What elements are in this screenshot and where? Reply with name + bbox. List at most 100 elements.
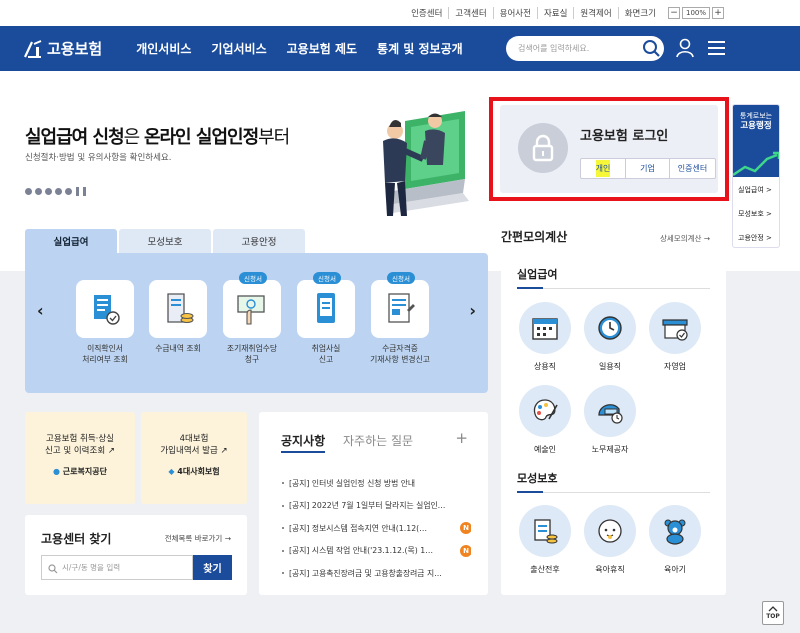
notice-item[interactable]: [공지] 2022년 7월 1일부터 달라지는 실업인… <box>281 495 471 518</box>
service-item[interactable]: 신청서 조기재취업수당 청구 <box>216 272 288 365</box>
main-nav: 고용보험 개인서비스 기업서비스 고용보험 제도 통계 및 정보공개 검색어를 … <box>0 26 800 71</box>
card-4insurance[interactable]: 4대보험 가입내역서 발급 ↗ ◆ 4대사회보험 <box>141 412 247 504</box>
menu-icon[interactable] <box>708 41 725 55</box>
calc-panel: 실업급여 상용직 일용직 자영업 예술인 노무제공자 모성보호 출산전후 육아휴… <box>501 252 726 595</box>
region-search-input[interactable]: 시/구/동 명을 입력 <box>41 555 193 580</box>
stats-link-maternity[interactable]: 모성보호 > <box>733 201 779 225</box>
login-business-button[interactable]: 기업 <box>625 159 669 178</box>
logo-mark-icon <box>24 39 42 58</box>
user-icon[interactable] <box>676 38 694 58</box>
prev-arrow-icon[interactable]: ‹ <box>37 301 44 320</box>
stats-link-unemployment[interactable]: 실업급여 > <box>733 177 779 201</box>
document-edit-icon: 신청서 <box>371 272 429 338</box>
search-placeholder: 검색어를 입력하세요. <box>518 44 590 53</box>
stats-quicklink: 통계로보는 고용행정 실업급여 > 모성보호 > 고용안정 > <box>732 104 780 248</box>
org-logo-kcomwel: ● 근로복지공단 <box>53 466 107 476</box>
zoom-out-button[interactable]: − <box>667 7 680 19</box>
service-item[interactable]: 신청서 수급자격증 기재사항 변경신고 <box>364 272 436 365</box>
calc-section-maternity: 모성보호 <box>517 472 558 485</box>
caret-up-icon <box>768 606 778 612</box>
util-remote[interactable]: 원격제어 <box>573 7 617 19</box>
more-plus-icon[interactable]: + <box>455 429 468 447</box>
new-badge: N <box>460 544 471 557</box>
slide-indicator[interactable] <box>25 187 86 196</box>
calc-regular-worker[interactable]: 상용직 <box>518 302 572 372</box>
calc-parental-leave[interactable]: 육아휴직 <box>583 505 637 575</box>
clock-icon <box>584 302 636 354</box>
finder-list-link[interactable]: 전체목록 바로가기 → <box>165 533 231 544</box>
notice-item[interactable]: [공지] 시스템 작업 안내('23.1.12.(목) 1… N <box>281 540 471 563</box>
calc-labor-provider[interactable]: 노무제공자 <box>583 385 637 455</box>
login-personal-button[interactable]: 개인 <box>581 159 625 178</box>
helmet-icon <box>584 385 636 437</box>
tab-unemployment[interactable]: 실업급여 <box>25 229 117 253</box>
stats-banner[interactable]: 통계로보는 고용행정 <box>733 105 779 177</box>
center-finder: 고용센터 찾기 전체목록 바로가기 → 시/구/동 명을 입력 찾기 <box>25 515 247 595</box>
service-item[interactable]: 이직확인서 처리여부 조회 <box>69 280 141 365</box>
hero-subtitle: 신청절차·방법 및 유의사항을 확인하세요. <box>25 153 172 163</box>
scroll-top-button[interactable]: TOP <box>762 601 784 625</box>
service-tabs: 실업급여 모성보호 고용안정 <box>25 229 307 253</box>
calc-maternity-leave[interactable]: 출산전후 <box>518 505 572 575</box>
tab-maternity[interactable]: 모성보호 <box>119 229 211 253</box>
tab-faq[interactable]: 자주하는 질문 <box>343 432 413 449</box>
search-icon <box>48 564 58 574</box>
menu-business[interactable]: 기업서비스 <box>201 40 276 57</box>
calc-self-employed[interactable]: 자영업 <box>648 302 702 372</box>
external-link-icon: ↗ <box>107 446 115 457</box>
notice-item[interactable]: [공지] 인터넷 실업인정 신청 방법 안내 <box>281 472 471 495</box>
calc-artist[interactable]: 예술인 <box>518 385 572 455</box>
zoom-in-button[interactable]: + <box>712 7 724 19</box>
site-logo[interactable]: 고용보험 <box>22 38 102 60</box>
service-item[interactable]: 신청서 취업사실 신고 <box>290 272 362 365</box>
receipt-coins-icon <box>149 280 207 338</box>
baby-face-icon <box>584 505 636 557</box>
document-check-icon <box>76 280 134 338</box>
notice-item[interactable]: [공지] 정보시스템 접속지연 안내(1.12(… N <box>281 517 471 540</box>
tab-underline <box>281 451 325 453</box>
notice-item[interactable]: [공지] 고용촉진장려금 및 고용창출장려금 지… <box>281 562 471 585</box>
menu-personal[interactable]: 개인서비스 <box>126 40 201 57</box>
mobile-phone-icon: 신청서 <box>297 272 355 338</box>
next-arrow-icon[interactable]: › <box>469 301 476 320</box>
tab-notice[interactable]: 공지사항 <box>281 432 325 449</box>
calc-daily-worker[interactable]: 일용직 <box>583 302 637 372</box>
util-cert[interactable]: 인증센터 <box>405 7 448 19</box>
util-customer[interactable]: 고객센터 <box>448 7 492 19</box>
gnb-menu: 개인서비스 기업서비스 고용보험 제도 통계 및 정보공개 <box>126 40 472 57</box>
logo-text: 고용보험 <box>47 40 103 58</box>
notice-board: 공지사항 자주하는 질문 + [공지] 인터넷 실업인정 신청 방법 안내 [공… <box>259 412 488 595</box>
utility-bar: 인증센터 고객센터 용어사전 자료실 원격제어 화면크기 − 100% + <box>0 0 800 26</box>
menu-system[interactable]: 고용보험 제도 <box>277 40 367 57</box>
stats-link-stability[interactable]: 고용안정 > <box>733 225 779 247</box>
card-insurance-history[interactable]: 고용보험 취득·상실 신고 및 이력조회 ↗ ● 근로복지공단 <box>25 412 135 504</box>
org-logo-4insurance: ◆ 4대사회보험 <box>168 466 220 476</box>
service-item[interactable]: 수급내역 조회 <box>142 280 214 355</box>
login-cert-button[interactable]: 인증센터 <box>669 159 715 178</box>
chart-up-icon <box>733 151 779 177</box>
util-glossary[interactable]: 용어사전 <box>492 7 537 19</box>
util-screensize: 화면크기 <box>617 7 662 19</box>
zoom-control: − 100% + <box>667 7 724 19</box>
login-type-buttons: 개인 기업 인증센터 <box>580 158 716 179</box>
document-coins-icon <box>519 505 571 557</box>
tab-stability[interactable]: 고용안정 <box>213 229 305 253</box>
zoom-value: 100% <box>681 7 710 19</box>
login-title: 고용보험 로그인 <box>580 129 669 144</box>
new-badge: N <box>460 522 471 535</box>
hero-title[interactable]: 실업급여 신청은 온라인 실업인정부터 <box>25 123 290 149</box>
search-input[interactable]: 검색어를 입력하세요. <box>506 36 664 61</box>
finder-title: 고용센터 찾기 <box>41 532 112 546</box>
search-icon[interactable] <box>642 39 661 58</box>
calc-title: 간편모의계산 <box>501 230 568 244</box>
external-link-icon: ↗ <box>220 446 228 457</box>
login-box: 고용보험 로그인 개인 기업 인증센터 <box>489 97 729 201</box>
calc-detail-link[interactable]: 상세모의계산 → <box>660 233 710 244</box>
money-hand-icon: 신청서 <box>223 272 281 338</box>
shop-icon <box>649 302 701 354</box>
menu-statistics[interactable]: 통계 및 정보공개 <box>367 40 473 57</box>
lock-icon <box>518 123 568 173</box>
util-library[interactable]: 자료실 <box>536 7 573 19</box>
calc-childcare-period[interactable]: 육아기 <box>648 505 702 575</box>
find-button[interactable]: 찾기 <box>193 555 232 580</box>
